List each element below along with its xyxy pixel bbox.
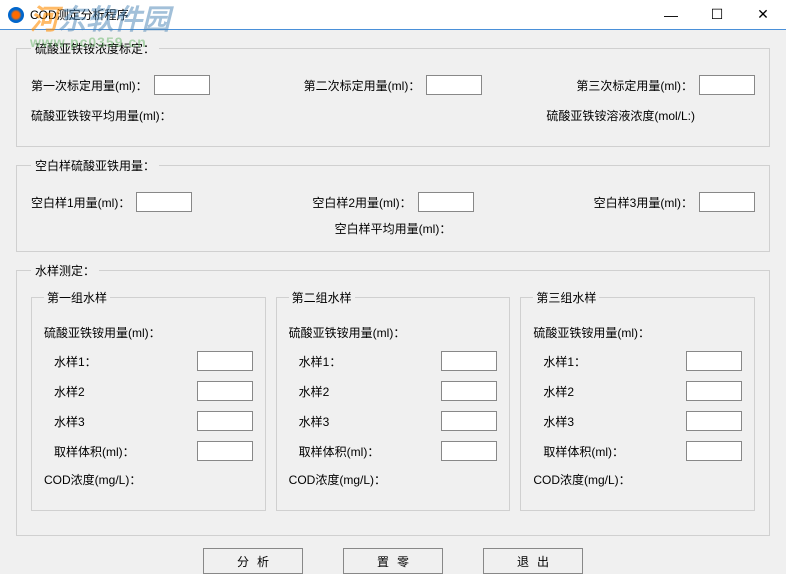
cal3-input[interactable]: [699, 75, 755, 95]
blank1-label: 空白样1用量(ml)：: [31, 194, 130, 211]
cal2-label: 第二次标定用量(ml)：: [304, 77, 421, 94]
group2-s1-input[interactable]: [441, 351, 497, 371]
group2-s2-input[interactable]: [441, 381, 497, 401]
group3-vol-label: 取样体积(ml)：: [543, 443, 624, 460]
sample-group: 水样测定： 第一组水样 硫酸亚铁铵用量(ml)： 水样1： 水样2 水样3 取样…: [16, 262, 770, 536]
group3-s3-input[interactable]: [686, 411, 742, 431]
group3-cod-label: COD浓度(mg/L)：: [533, 471, 630, 488]
group1-s2-label: 水样2: [54, 383, 85, 400]
group3-s1-label: 水样1：: [543, 353, 586, 370]
blank-avg-label: 空白样平均用量(ml)：: [335, 222, 452, 236]
button-bar: 分析 置零 退出: [16, 548, 770, 574]
cal1-label: 第一次标定用量(ml)：: [31, 77, 148, 94]
group1-cod-label: COD浓度(mg/L)：: [44, 471, 141, 488]
cal-conc-label: 硫酸亚铁铵溶液浓度(mol/L:): [546, 107, 695, 124]
group2-cod-label: COD浓度(mg/L)：: [289, 471, 386, 488]
maximize-button[interactable]: ☐: [694, 0, 740, 30]
group3-s3-label: 水样3: [543, 413, 574, 430]
group1-s2-input[interactable]: [197, 381, 253, 401]
zero-button[interactable]: 置零: [343, 548, 443, 574]
group2-s1-label: 水样1：: [299, 353, 342, 370]
blank2-input[interactable]: [418, 192, 474, 212]
app-icon: [8, 7, 24, 23]
group2-s3-label: 水样3: [299, 413, 330, 430]
group2-title: 第二组水样: [289, 289, 355, 306]
blank1-input[interactable]: [136, 192, 192, 212]
cal3-label: 第三次标定用量(ml)：: [576, 77, 693, 94]
group3-s1-input[interactable]: [686, 351, 742, 371]
client-area: 硫酸亚铁铵浓度标定： 第一次标定用量(ml)： 第二次标定用量(ml)： 第三次…: [0, 30, 786, 566]
group2-usage-label: 硫酸亚铁铵用量(ml)：: [289, 324, 406, 341]
exit-button[interactable]: 退出: [483, 548, 583, 574]
group1-usage-label: 硫酸亚铁铵用量(ml)：: [44, 324, 161, 341]
group1-s1-label: 水样1：: [54, 353, 97, 370]
blank3-label: 空白样3用量(ml)：: [594, 194, 693, 211]
cal1-input[interactable]: [154, 75, 210, 95]
group3-usage-label: 硫酸亚铁铵用量(ml)：: [533, 324, 650, 341]
close-button[interactable]: ✕: [740, 0, 786, 30]
blank3-input[interactable]: [699, 192, 755, 212]
sample-group-1: 第一组水样 硫酸亚铁铵用量(ml)： 水样1： 水样2 水样3 取样体积(ml)…: [31, 289, 266, 511]
minimize-button[interactable]: —: [648, 0, 694, 30]
group1-vol-input[interactable]: [197, 441, 253, 461]
group1-vol-label: 取样体积(ml)：: [54, 443, 135, 460]
blank-group: 空白样硫酸亚铁用量： 空白样1用量(ml)： 空白样2用量(ml)： 空白样3用…: [16, 157, 770, 252]
group2-vol-label: 取样体积(ml)：: [299, 443, 380, 460]
group3-title: 第三组水样: [533, 289, 599, 306]
group1-title: 第一组水样: [44, 289, 110, 306]
blank-legend: 空白样硫酸亚铁用量：: [31, 157, 159, 174]
title-bar: COD测定分析程序 — ☐ ✕: [0, 0, 786, 30]
calibration-group: 硫酸亚铁铵浓度标定： 第一次标定用量(ml)： 第二次标定用量(ml)： 第三次…: [16, 40, 770, 147]
sample-group-2: 第二组水样 硫酸亚铁铵用量(ml)： 水样1： 水样2 水样3 取样体积(ml)…: [276, 289, 511, 511]
analyze-button[interactable]: 分析: [203, 548, 303, 574]
cal-avg-label: 硫酸亚铁铵平均用量(ml)：: [31, 107, 172, 124]
group1-s3-label: 水样3: [54, 413, 85, 430]
group2-s2-label: 水样2: [299, 383, 330, 400]
group3-s2-input[interactable]: [686, 381, 742, 401]
group2-s3-input[interactable]: [441, 411, 497, 431]
group3-s2-label: 水样2: [543, 383, 574, 400]
window-title: COD测定分析程序: [30, 6, 648, 23]
group1-s1-input[interactable]: [197, 351, 253, 371]
group1-s3-input[interactable]: [197, 411, 253, 431]
window-controls: — ☐ ✕: [648, 0, 786, 30]
calibration-legend: 硫酸亚铁铵浓度标定：: [31, 40, 159, 57]
blank2-label: 空白样2用量(ml)：: [312, 194, 411, 211]
sample-group-3: 第三组水样 硫酸亚铁铵用量(ml)： 水样1： 水样2 水样3 取样体积(ml)…: [520, 289, 755, 511]
cal2-input[interactable]: [426, 75, 482, 95]
group2-vol-input[interactable]: [441, 441, 497, 461]
group3-vol-input[interactable]: [686, 441, 742, 461]
sample-legend: 水样测定：: [31, 262, 99, 279]
